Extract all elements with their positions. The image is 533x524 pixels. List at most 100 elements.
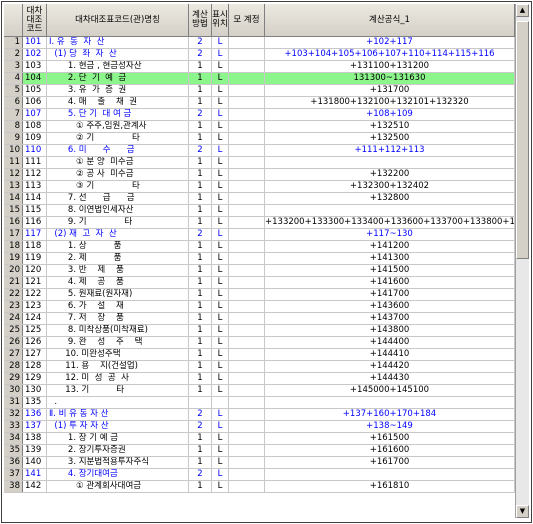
display-position[interactable]: L xyxy=(212,421,229,432)
row-index[interactable]: 9 xyxy=(4,133,23,144)
parent-account[interactable] xyxy=(229,457,265,468)
row-index[interactable]: 23 xyxy=(4,301,23,312)
account-name[interactable]: 11. 용 지(건설업) xyxy=(47,361,189,372)
parent-account[interactable] xyxy=(229,301,265,312)
calc-formula[interactable]: +132500 xyxy=(265,133,515,144)
table-row[interactable]: 22 122 5. 원재료(원자재) 1 L +141700 xyxy=(4,289,515,301)
parent-account[interactable] xyxy=(229,109,265,120)
calc-method[interactable]: 1 xyxy=(189,337,212,348)
account-code[interactable]: 115 xyxy=(23,205,47,216)
account-name[interactable]: 4. 매 출 채 권 xyxy=(47,97,189,108)
display-position[interactable]: L xyxy=(212,481,229,492)
parent-account[interactable] xyxy=(229,217,265,228)
account-name[interactable]: ② 공 사 미수금 xyxy=(47,169,189,180)
scroll-down-icon[interactable]: ▼ xyxy=(516,505,529,518)
calc-formula[interactable]: +141600 xyxy=(265,277,515,288)
row-index[interactable]: 38 xyxy=(4,481,23,492)
header-display-position[interactable]: 표시 위치 xyxy=(212,4,229,36)
calc-formula[interactable]: +132200 xyxy=(265,169,515,180)
calc-method[interactable]: 1 xyxy=(189,61,212,72)
display-position[interactable]: L xyxy=(212,265,229,276)
account-name[interactable]: 2. 제 품 xyxy=(47,253,189,264)
table-row[interactable]: 12 112 ② 공 사 미수금 1 L +132200 xyxy=(4,169,515,181)
scroll-up-icon[interactable]: ▲ xyxy=(516,4,529,17)
row-index[interactable]: 33 xyxy=(4,421,23,432)
account-code[interactable]: 112 xyxy=(23,169,47,180)
table-row[interactable]: 17 117 (2) 재 고 자 산 2 L +117~130 xyxy=(4,229,515,241)
table-row[interactable]: 13 113 ③ 기 타 1 L +132300+132402 xyxy=(4,181,515,193)
table-row[interactable]: 33 137 (1) 투 자 자 산 2 L +138~149 xyxy=(4,421,515,433)
calc-formula[interactable]: +131100+131200 xyxy=(265,61,515,72)
account-code[interactable]: 118 xyxy=(23,241,47,252)
row-index[interactable]: 30 xyxy=(4,385,23,396)
calc-formula[interactable] xyxy=(265,397,515,408)
account-name[interactable]: ① 분 양 미수금 xyxy=(47,157,189,168)
parent-account[interactable] xyxy=(229,49,265,60)
table-row[interactable]: 37 141 4. 장기대여금 2 L xyxy=(4,469,515,481)
table-row[interactable]: 2 102 (1) 당 좌 자 산 2 L +103+104+105+106+107+1… xyxy=(4,49,515,61)
parent-account[interactable] xyxy=(229,73,265,84)
calc-method[interactable]: 1 xyxy=(189,193,212,204)
calc-method[interactable]: 1 xyxy=(189,133,212,144)
calc-formula[interactable] xyxy=(265,469,515,480)
calc-formula[interactable]: +138~149 xyxy=(265,421,515,432)
account-code[interactable]: 103 xyxy=(23,61,47,72)
display-position[interactable]: L xyxy=(212,205,229,216)
account-code[interactable]: 106 xyxy=(23,97,47,108)
calc-method[interactable]: 1 xyxy=(189,181,212,192)
calc-method[interactable]: 1 xyxy=(189,481,212,492)
calc-method[interactable]: 1 xyxy=(189,349,212,360)
table-row[interactable]: 26 126 9. 완 성 주 택 1 L +144400 xyxy=(4,337,515,349)
calc-formula[interactable]: +161700 xyxy=(265,457,515,468)
row-index[interactable]: 36 xyxy=(4,457,23,468)
account-code[interactable]: 110 xyxy=(23,145,47,156)
account-name[interactable]: Ⅱ. 비 유 동 자 산 xyxy=(47,409,189,420)
account-name[interactable]: ① 주주,임원,관계사 xyxy=(47,121,189,132)
calc-method[interactable]: 1 xyxy=(189,457,212,468)
account-name[interactable]: 6. 가 설 재 xyxy=(47,301,189,312)
calc-formula[interactable]: +117~130 xyxy=(265,229,515,240)
calc-formula[interactable]: 131300~131630 xyxy=(265,73,515,84)
row-index[interactable]: 14 xyxy=(4,193,23,204)
account-name[interactable]: 1. 장 기 예 금 xyxy=(47,433,189,444)
account-code[interactable]: 120 xyxy=(23,265,47,276)
account-name[interactable]: (2) 재 고 자 산 xyxy=(47,229,189,240)
account-code[interactable]: 101 xyxy=(23,37,47,48)
table-row[interactable]: 18 118 1. 상 품 1 L +141200 xyxy=(4,241,515,253)
calc-formula[interactable]: +132800 xyxy=(265,193,515,204)
calc-formula[interactable]: +132300+132402 xyxy=(265,181,515,192)
table-row[interactable]: 11 111 ① 분 양 미수금 1 L xyxy=(4,157,515,169)
account-code[interactable]: 109 xyxy=(23,133,47,144)
vertical-scrollbar[interactable]: ▲ ▼ xyxy=(515,4,529,518)
display-position[interactable]: L xyxy=(212,121,229,132)
row-index[interactable]: 24 xyxy=(4,313,23,324)
parent-account[interactable] xyxy=(229,313,265,324)
display-position[interactable]: L xyxy=(212,445,229,456)
parent-account[interactable] xyxy=(229,229,265,240)
account-code[interactable]: 102 xyxy=(23,49,47,60)
table-row[interactable]: 34 138 1. 장 기 예 금 1 L +161500 xyxy=(4,433,515,445)
header-formula[interactable]: 계산공식_1 xyxy=(265,4,515,36)
row-index[interactable]: 4 xyxy=(4,73,23,84)
account-name[interactable]: 2. 장기투자증권 xyxy=(47,445,189,456)
row-index[interactable]: 18 xyxy=(4,241,23,252)
row-index[interactable]: 26 xyxy=(4,337,23,348)
account-name[interactable]: 8. 미착상품(미착재료) xyxy=(47,325,189,336)
account-name[interactable]: ③ 기 타 xyxy=(47,181,189,192)
account-code[interactable]: 117 xyxy=(23,229,47,240)
table-row[interactable]: 10 110 6. 미 수 금 2 L +111+112+113 xyxy=(4,145,515,157)
calc-formula[interactable]: +131700 xyxy=(265,85,515,96)
display-position[interactable]: L xyxy=(212,49,229,60)
parent-account[interactable] xyxy=(229,121,265,132)
row-index[interactable]: 16 xyxy=(4,217,23,228)
table-row[interactable]: 21 121 4. 제 공 품 1 L +141600 xyxy=(4,277,515,289)
table-row[interactable]: 35 139 2. 장기투자증권 1 L +161600 xyxy=(4,445,515,457)
display-position[interactable]: L xyxy=(212,97,229,108)
display-position[interactable] xyxy=(212,397,229,408)
parent-account[interactable] xyxy=(229,265,265,276)
account-name[interactable]: ① 관계회사대여금 xyxy=(47,481,189,492)
account-name[interactable]: 9. 완 성 주 택 xyxy=(47,337,189,348)
calc-method[interactable]: 2 xyxy=(189,229,212,240)
header-calc-method[interactable]: 계산 방법 xyxy=(189,4,212,36)
calc-method[interactable]: 1 xyxy=(189,289,212,300)
